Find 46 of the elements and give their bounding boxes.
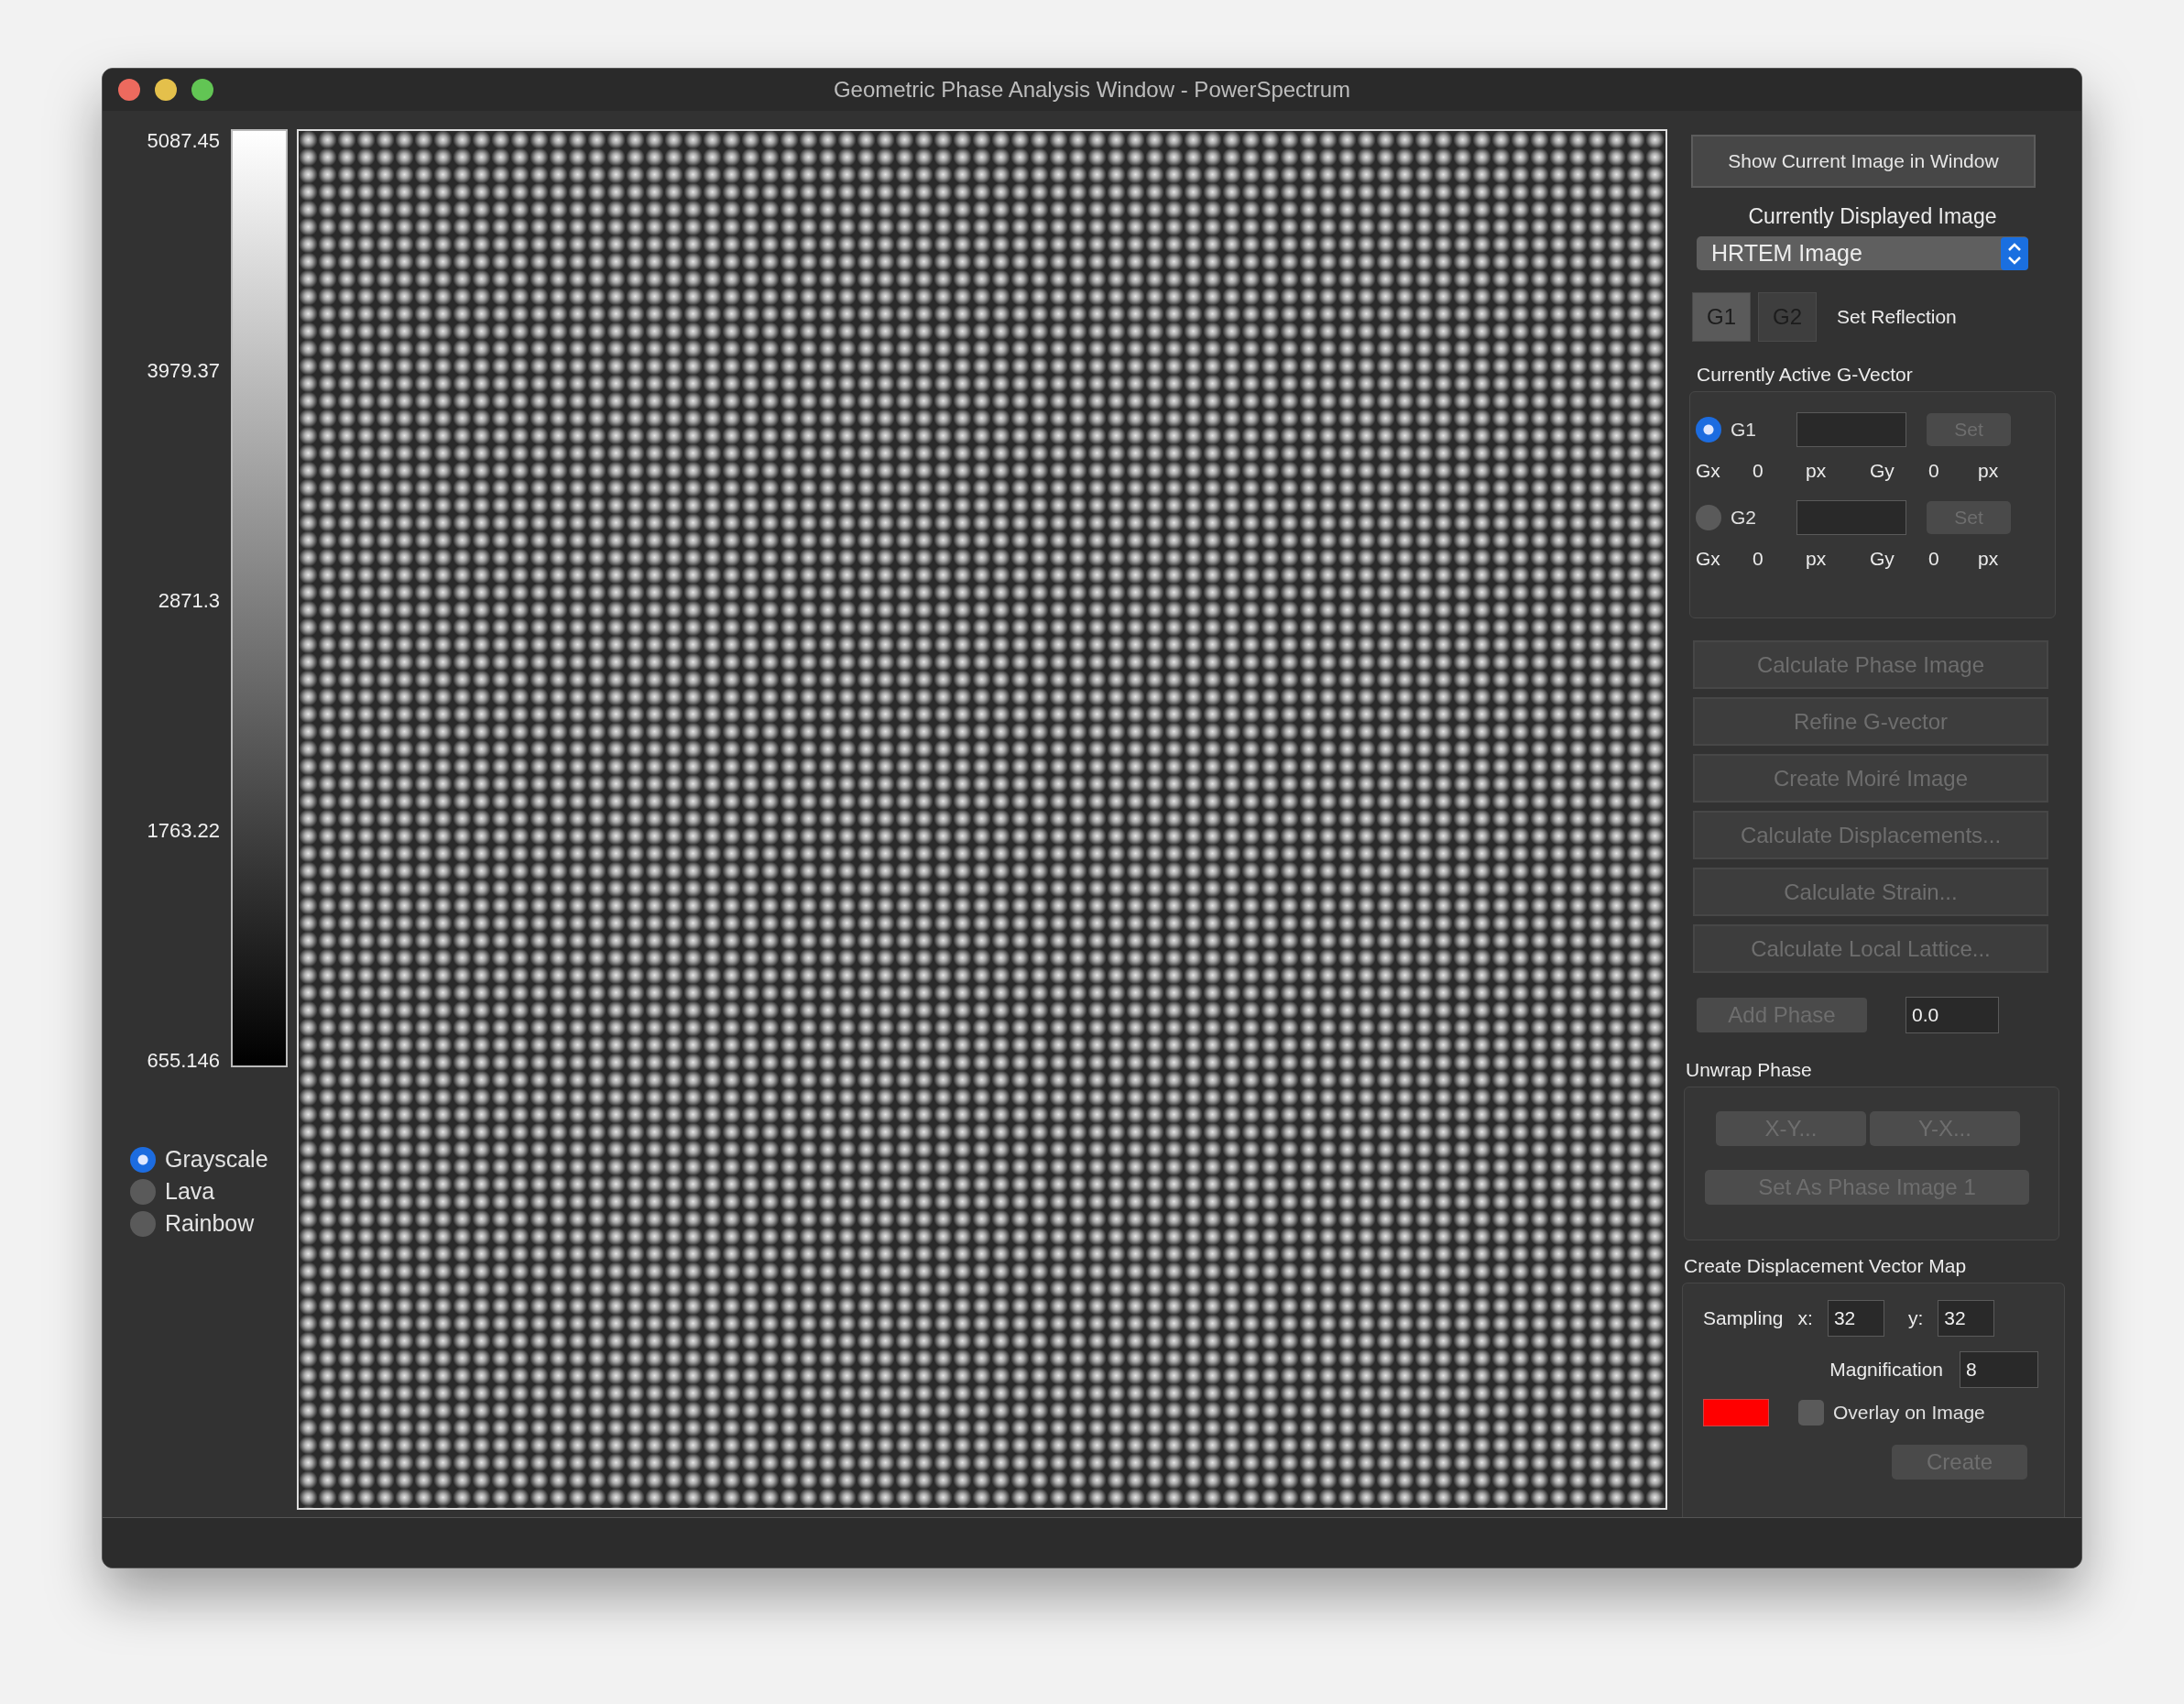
minimize-icon[interactable] xyxy=(155,79,177,101)
g-vector-radio[interactable]: G2 xyxy=(1696,505,1796,530)
colormap-radio[interactable]: Lava xyxy=(130,1178,215,1205)
gy-value: 0 xyxy=(1928,548,1939,570)
vector-map-title: Create Displacement Vector Map xyxy=(1684,1255,1967,1277)
colorbar-label: 1763.22 xyxy=(147,819,220,843)
gy-label: Gy xyxy=(1870,460,1895,482)
sampling-y-field[interactable]: 32 xyxy=(1938,1300,1995,1337)
set-reflection-label: Set Reflection xyxy=(1837,306,1957,328)
gx-label: Gx xyxy=(1696,548,1720,570)
g-vector-title: Currently Active G-Vector xyxy=(1697,364,1913,386)
displayed-image-label: Currently Displayed Image xyxy=(1748,204,1997,229)
unit-label: px xyxy=(1978,460,1999,482)
unit-label: px xyxy=(1978,548,1999,570)
window-title: Geometric Phase Analysis Window - PowerSpectrum xyxy=(833,77,1351,103)
gx-label: Gx xyxy=(1696,460,1720,482)
y-label: y: xyxy=(1907,1307,1924,1329)
colorbar-label: 2871.3 xyxy=(158,589,220,613)
g-vector-field[interactable] xyxy=(1796,412,1906,447)
x-label: x: xyxy=(1797,1307,1813,1329)
close-icon[interactable] xyxy=(118,79,140,101)
gy-label: Gy xyxy=(1870,548,1895,570)
overlay-checkbox[interactable]: Overlay on Image xyxy=(1798,1400,1985,1425)
sampling-x-field[interactable]: 32 xyxy=(1827,1300,1884,1337)
g-vector-radio[interactable]: G1 xyxy=(1696,417,1796,442)
colorbar-label: 5087.45 xyxy=(147,129,220,153)
unit-label: px xyxy=(1806,460,1827,482)
magnification-field[interactable]: 8 xyxy=(1960,1351,2038,1388)
unit-label: px xyxy=(1806,548,1827,570)
chevron-icon xyxy=(2001,236,2028,270)
show-image-button[interactable]: Show Current Image in Window xyxy=(1691,135,2036,188)
color-swatch[interactable] xyxy=(1703,1399,1769,1426)
gx-value: 0 xyxy=(1753,548,1764,570)
gy-value: 0 xyxy=(1928,460,1939,482)
magnification-label: Magnification xyxy=(1829,1359,1943,1381)
g-vector-field[interactable] xyxy=(1796,500,1906,535)
colorbar-label: 655.146 xyxy=(147,1049,220,1073)
unwrap-phase-title: Unwrap Phase xyxy=(1686,1059,1812,1081)
maximize-icon[interactable] xyxy=(191,79,213,101)
colormap-radio[interactable]: Grayscale xyxy=(130,1146,268,1173)
gx-value: 0 xyxy=(1753,460,1764,482)
image-select[interactable]: HRTEM Image xyxy=(1697,236,2028,270)
sampling-label: Sampling xyxy=(1703,1307,1784,1329)
reflection-button[interactable]: G1 xyxy=(1692,292,1751,342)
colormap-radio[interactable]: Rainbow xyxy=(130,1210,255,1237)
colorbar-label: 3979.37 xyxy=(147,359,220,383)
